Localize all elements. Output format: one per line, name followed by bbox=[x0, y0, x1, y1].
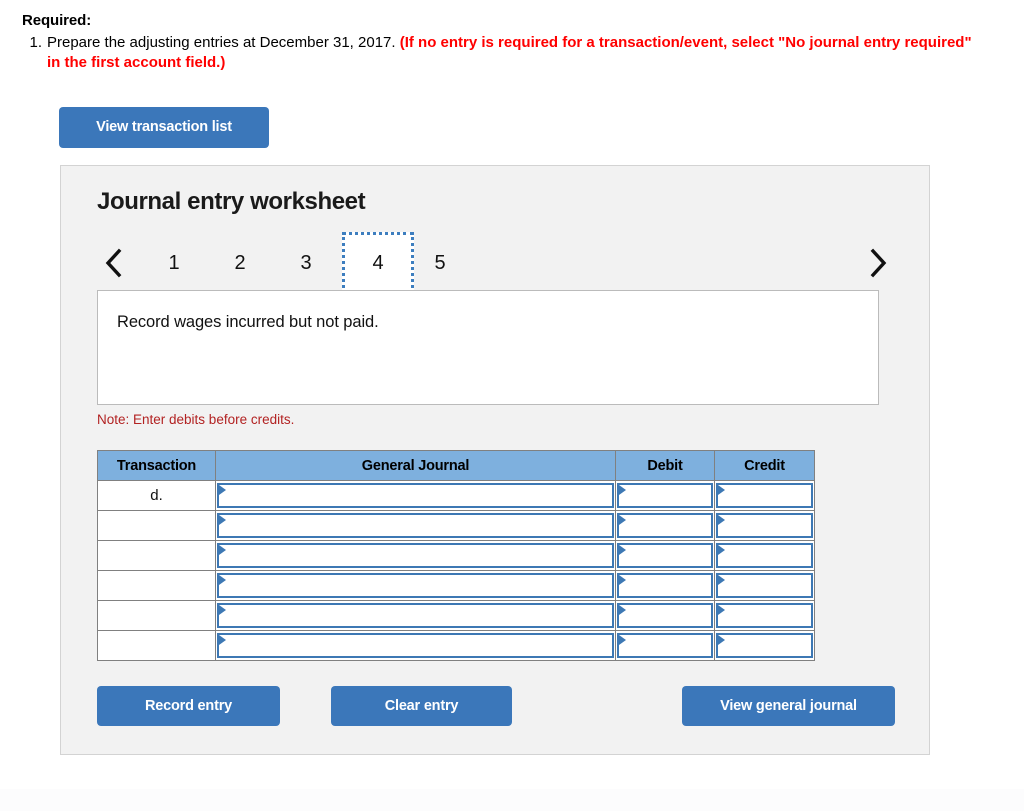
journal-entry-table: Transaction General Journal Debit Credit… bbox=[97, 450, 815, 661]
debit-cell[interactable] bbox=[615, 510, 715, 541]
credit-cell[interactable] bbox=[714, 540, 815, 571]
required-item-text-plain: Prepare the adjusting entries at Decembe… bbox=[47, 34, 400, 51]
dropdown-triangle-icon bbox=[219, 635, 226, 645]
credit-input[interactable] bbox=[716, 573, 813, 598]
debit-cell[interactable] bbox=[615, 570, 715, 601]
general-journal-input[interactable] bbox=[217, 543, 614, 568]
dropdown-triangle-icon bbox=[718, 545, 725, 555]
credit-cell[interactable] bbox=[714, 480, 815, 511]
transaction-label-cell bbox=[97, 510, 216, 541]
debit-cell[interactable] bbox=[615, 600, 715, 631]
general-journal-cell[interactable] bbox=[215, 600, 616, 631]
transaction-label-cell bbox=[97, 570, 216, 601]
transaction-label-cell bbox=[97, 600, 216, 631]
dropdown-triangle-icon bbox=[718, 575, 725, 585]
debit-input[interactable] bbox=[617, 483, 713, 508]
general-journal-input[interactable] bbox=[217, 573, 614, 598]
chevron-right-icon[interactable] bbox=[861, 233, 895, 293]
dropdown-triangle-icon bbox=[619, 635, 626, 645]
dropdown-triangle-icon bbox=[219, 605, 226, 615]
credit-input[interactable] bbox=[716, 483, 813, 508]
dropdown-triangle-icon bbox=[219, 515, 226, 525]
dropdown-triangle-icon bbox=[619, 485, 626, 495]
required-item-number: 1. bbox=[29, 34, 42, 51]
debit-input[interactable] bbox=[617, 513, 713, 538]
credit-input[interactable] bbox=[716, 603, 813, 628]
general-journal-input[interactable] bbox=[217, 483, 614, 508]
pager-page-2[interactable]: 2 bbox=[207, 233, 273, 293]
general-journal-input[interactable] bbox=[217, 603, 614, 628]
debits-before-credits-note: Note: Enter debits before credits. bbox=[97, 412, 295, 427]
general-journal-cell[interactable] bbox=[215, 510, 616, 541]
required-item-text: Prepare the adjusting entries at Decembe… bbox=[47, 33, 982, 73]
clear-entry-button[interactable]: Clear entry bbox=[331, 686, 512, 726]
credit-input[interactable] bbox=[716, 633, 813, 658]
required-section: Required: 1. Prepare the adjusting entri… bbox=[22, 10, 982, 73]
transaction-label-cell bbox=[97, 540, 216, 571]
transaction-description-box: Record wages incurred but not paid. bbox=[97, 290, 879, 405]
debit-cell[interactable] bbox=[615, 540, 715, 571]
page-bottom-band bbox=[0, 789, 1024, 811]
general-journal-cell[interactable] bbox=[215, 480, 616, 511]
general-journal-cell[interactable] bbox=[215, 630, 616, 661]
required-item-1: 1. Prepare the adjusting entries at Dece… bbox=[22, 33, 982, 73]
table-row bbox=[97, 630, 815, 661]
table-row bbox=[97, 570, 815, 601]
table-header-row: Transaction General Journal Debit Credit bbox=[97, 450, 815, 481]
credit-cell[interactable] bbox=[714, 510, 815, 541]
pager-page-5[interactable]: 5 bbox=[407, 233, 473, 293]
dropdown-triangle-icon bbox=[718, 515, 725, 525]
general-journal-input[interactable] bbox=[217, 513, 614, 538]
credit-cell[interactable] bbox=[714, 600, 815, 631]
credit-input[interactable] bbox=[716, 513, 813, 538]
table-row bbox=[97, 510, 815, 541]
journal-entry-worksheet-panel: Journal entry worksheet 1 2 3 4 5 Record… bbox=[60, 165, 930, 755]
dropdown-triangle-icon bbox=[718, 485, 725, 495]
table-row bbox=[97, 600, 815, 631]
credit-cell[interactable] bbox=[714, 570, 815, 601]
pager-page-4[interactable]: 4 bbox=[342, 232, 414, 294]
column-header-debit: Debit bbox=[615, 450, 715, 481]
dropdown-triangle-icon bbox=[619, 605, 626, 615]
general-journal-cell[interactable] bbox=[215, 570, 616, 601]
required-heading: Required: bbox=[22, 12, 92, 29]
dropdown-triangle-icon bbox=[619, 545, 626, 555]
transaction-description-text: Record wages incurred but not paid. bbox=[117, 313, 379, 331]
dropdown-triangle-icon bbox=[619, 575, 626, 585]
transaction-label-cell bbox=[97, 630, 216, 661]
dropdown-triangle-icon bbox=[219, 545, 226, 555]
transaction-label-cell: d. bbox=[97, 480, 216, 511]
debit-input[interactable] bbox=[617, 633, 713, 658]
general-journal-input[interactable] bbox=[217, 633, 614, 658]
dropdown-triangle-icon bbox=[619, 515, 626, 525]
credit-input[interactable] bbox=[716, 543, 813, 568]
debit-cell[interactable] bbox=[615, 630, 715, 661]
pager-page-3[interactable]: 3 bbox=[273, 233, 339, 293]
view-general-journal-button[interactable]: View general journal bbox=[682, 686, 895, 726]
debit-cell[interactable] bbox=[615, 480, 715, 511]
general-journal-cell[interactable] bbox=[215, 540, 616, 571]
view-transaction-list-button[interactable]: View transaction list bbox=[59, 107, 269, 148]
credit-cell[interactable] bbox=[714, 630, 815, 661]
column-header-transaction: Transaction bbox=[97, 450, 216, 481]
chevron-left-icon[interactable] bbox=[97, 233, 131, 293]
page-title: Journal entry worksheet bbox=[97, 188, 366, 215]
dropdown-triangle-icon bbox=[219, 485, 226, 495]
dropdown-triangle-icon bbox=[718, 635, 725, 645]
debit-input[interactable] bbox=[617, 573, 713, 598]
debit-input[interactable] bbox=[617, 603, 713, 628]
pager-page-1[interactable]: 1 bbox=[141, 233, 207, 293]
table-row: d. bbox=[97, 480, 815, 511]
column-header-general-journal: General Journal bbox=[215, 450, 616, 481]
dropdown-triangle-icon bbox=[718, 605, 725, 615]
column-header-credit: Credit bbox=[714, 450, 815, 481]
table-row bbox=[97, 540, 815, 571]
worksheet-pager: 1 2 3 4 5 bbox=[97, 232, 895, 294]
dropdown-triangle-icon bbox=[219, 575, 226, 585]
record-entry-button[interactable]: Record entry bbox=[97, 686, 280, 726]
debit-input[interactable] bbox=[617, 543, 713, 568]
